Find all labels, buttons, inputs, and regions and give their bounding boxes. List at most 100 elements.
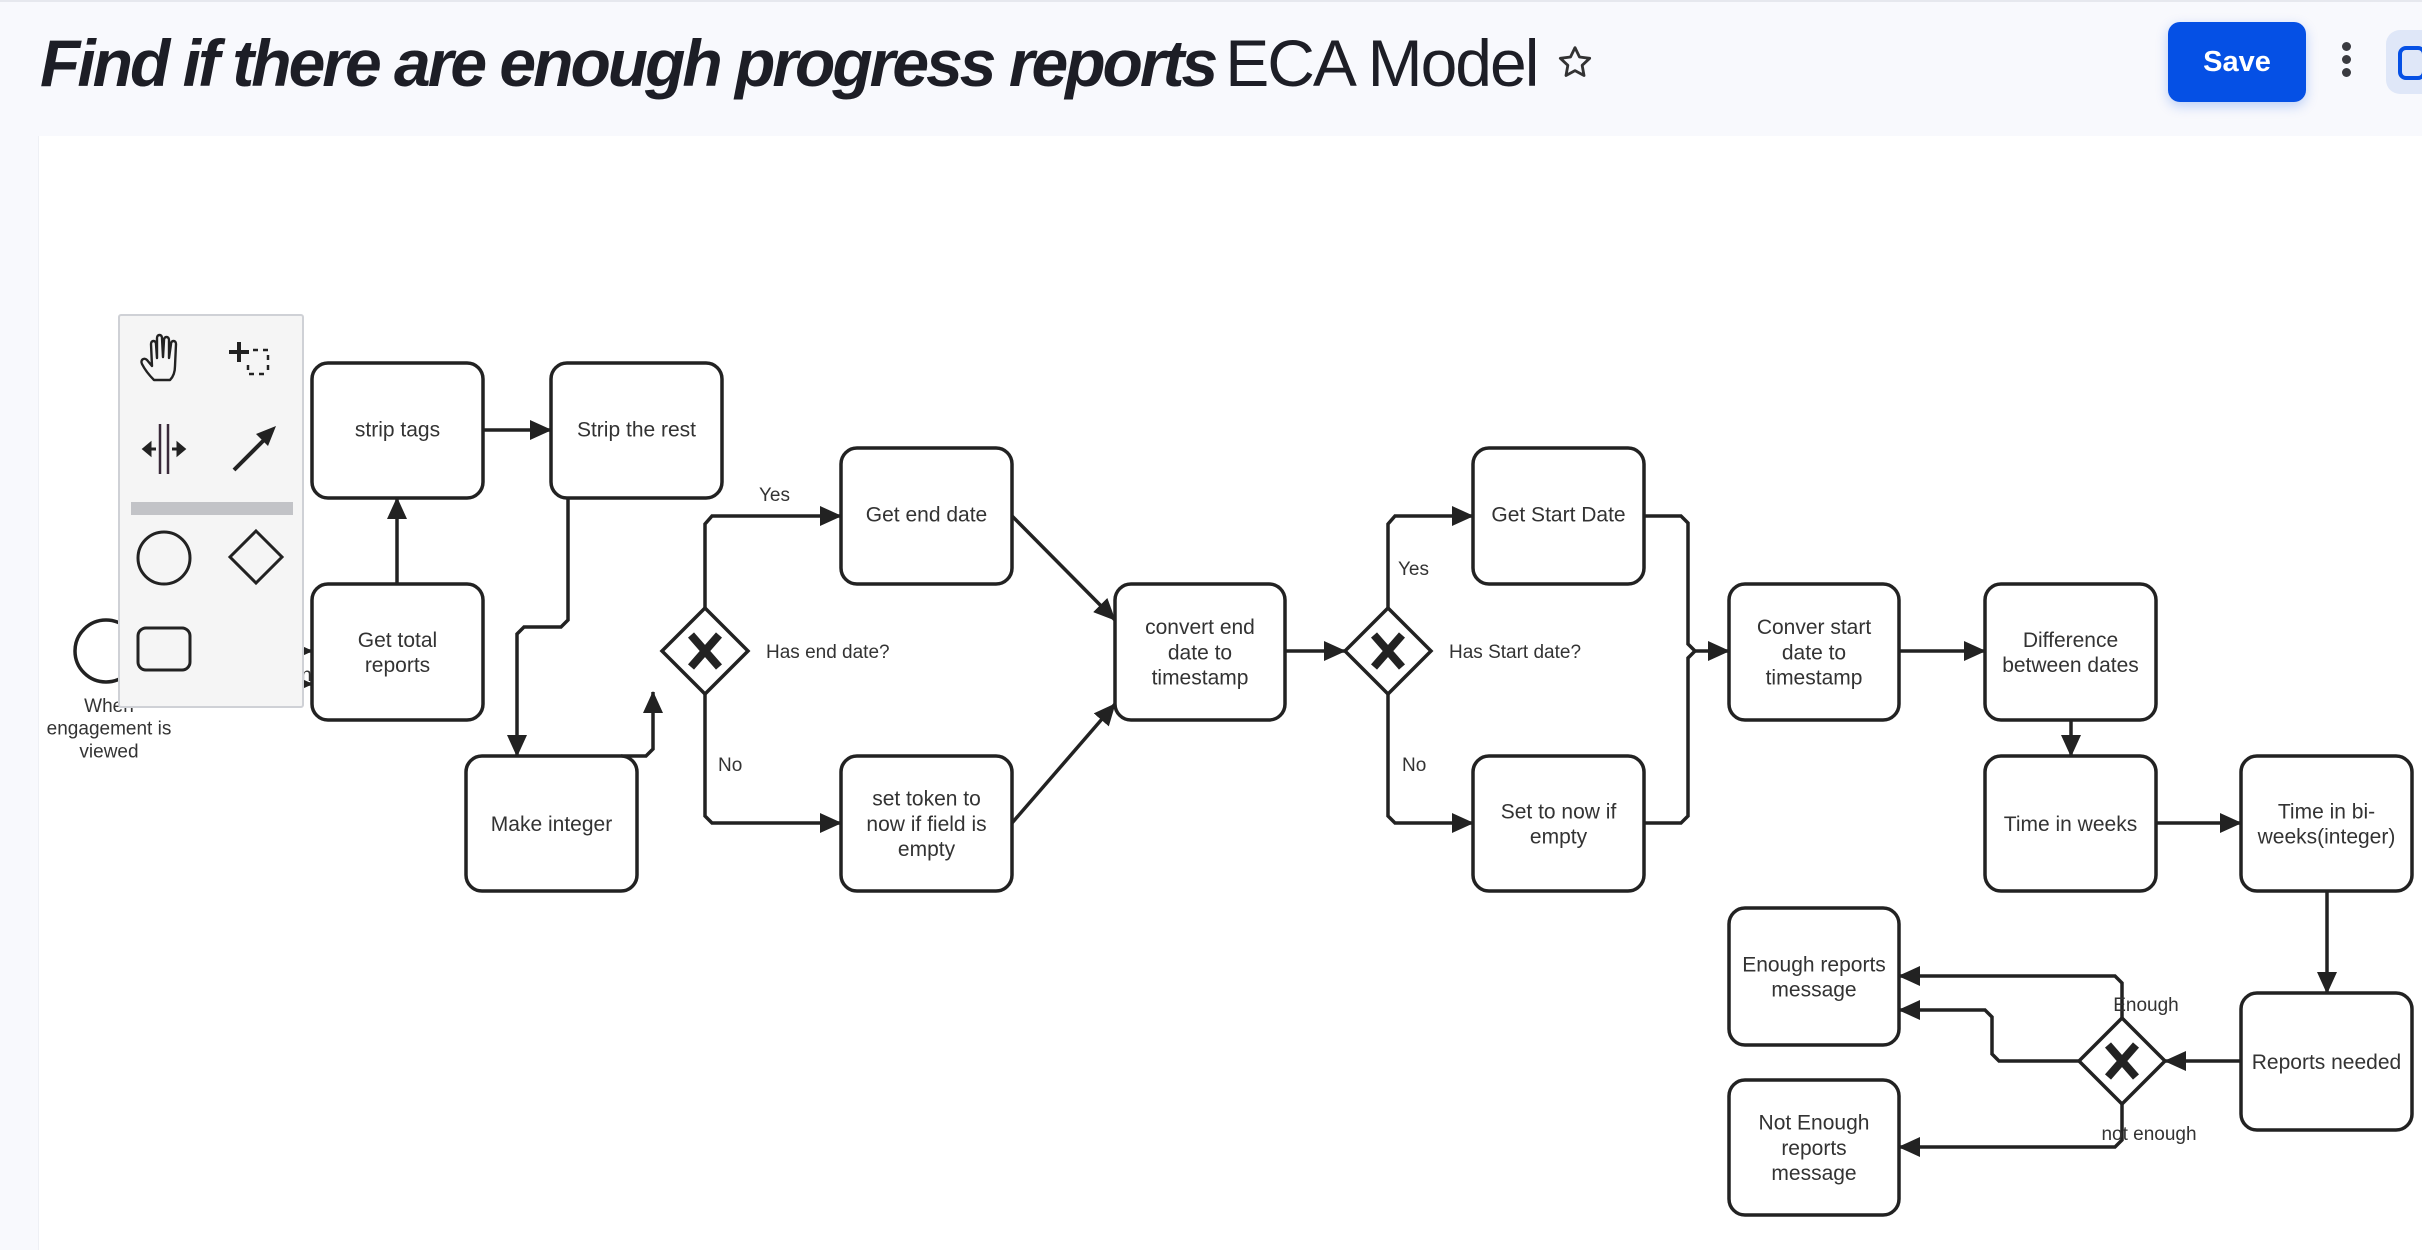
task-box[interactable] bbox=[310, 582, 485, 722]
flow-label-start-no: No bbox=[1402, 755, 1426, 776]
task-label-line: Strip the rest bbox=[577, 418, 696, 441]
kebab-menu-icon[interactable] bbox=[2334, 38, 2358, 88]
create-gateway-button[interactable] bbox=[220, 522, 290, 592]
flow-end-yes[interactable] bbox=[703, 506, 842, 608]
task-label-line: message bbox=[1771, 1162, 1856, 1185]
start-event-label-line: viewed bbox=[79, 741, 138, 762]
task-box[interactable] bbox=[1727, 906, 1901, 1047]
task-label: Reports needed bbox=[2252, 1051, 2401, 1074]
task-label: Get end date bbox=[866, 503, 987, 526]
gateway-label: Has Start date? bbox=[1449, 642, 1581, 663]
arrow-connect-icon bbox=[232, 426, 276, 472]
task-convert-end-date[interactable]: convert end date to timestamp bbox=[1113, 582, 1287, 722]
create-event-button[interactable] bbox=[130, 522, 200, 592]
task-label-line: now if field is bbox=[866, 813, 986, 836]
task-get-total-reports[interactable]: Get total reports bbox=[310, 582, 485, 722]
flow-token-to-convert[interactable] bbox=[1010, 702, 1117, 825]
task-box[interactable] bbox=[1471, 754, 1646, 893]
hand-tool-button[interactable] bbox=[130, 324, 200, 394]
flow-start-no[interactable] bbox=[1386, 694, 1474, 833]
task-set-token[interactable]: set token to now if field is empty bbox=[839, 754, 1014, 893]
task-label-line: convert end bbox=[1145, 616, 1255, 639]
side-panel-icon bbox=[2398, 46, 2422, 80]
flow-end-date-to-convert[interactable] bbox=[1010, 514, 1117, 622]
task-box[interactable] bbox=[1983, 582, 2158, 722]
flow-label-enough: Enough bbox=[2113, 995, 2179, 1016]
diamond-gateway-icon bbox=[227, 528, 285, 586]
task-label-line: set token to bbox=[872, 788, 981, 811]
page-title: Find if there are enough progress report… bbox=[40, 22, 1595, 104]
task-label-line: date to bbox=[1782, 641, 1846, 664]
task-reports-needed[interactable]: Reports needed bbox=[2239, 991, 2414, 1132]
task-label: Get Start Date bbox=[1491, 503, 1625, 526]
tool-palette bbox=[118, 314, 304, 708]
task-label-line: Difference bbox=[2023, 629, 2118, 652]
task-strip-tags[interactable]: strip tags bbox=[310, 361, 485, 500]
flow-strip-rest-to-make-integer[interactable] bbox=[507, 498, 570, 757]
circle-event-icon bbox=[136, 530, 192, 586]
task-label-line: timestamp bbox=[1152, 667, 1249, 690]
gateway-enough-check[interactable] bbox=[2076, 1015, 2168, 1107]
gateway-has-start-date[interactable]: Has Start date? bbox=[1342, 605, 1581, 697]
task-box[interactable] bbox=[2239, 754, 2414, 893]
flow-label-end-yes: Yes bbox=[759, 485, 790, 506]
task-label-line: Time in bi- bbox=[2278, 800, 2375, 823]
task-label-line: message bbox=[1771, 978, 1856, 1001]
task-label-line: between dates bbox=[2002, 654, 2139, 677]
task-label-line: Get Start Date bbox=[1491, 503, 1625, 526]
flow-label-start-yes: Yes bbox=[1398, 559, 1429, 580]
task-get-start-date[interactable]: Get Start Date bbox=[1471, 446, 1646, 586]
model-name: Find if there are enough progress report… bbox=[40, 26, 1218, 100]
task-label-line: date to bbox=[1168, 641, 1232, 664]
task-difference[interactable]: Difference between dates bbox=[1983, 582, 2158, 722]
task-label-line: Conver start bbox=[1757, 616, 1872, 639]
gateway-has-end-date[interactable]: Has end date? bbox=[659, 605, 890, 697]
task-label-line: Set to now if bbox=[1501, 800, 1617, 823]
task-enough-message[interactable]: Enough reports message bbox=[1727, 906, 1901, 1047]
task-label: Time in weeks bbox=[2004, 813, 2137, 836]
task-label-line: Get end date bbox=[866, 503, 987, 526]
task-label-line: strip tags bbox=[355, 418, 440, 441]
task-label-line: Enough reports bbox=[1742, 953, 1886, 976]
task-make-integer[interactable]: Make integer bbox=[464, 754, 639, 893]
flow-make-integer-to-gateway[interactable] bbox=[621, 691, 663, 758]
connect-tool-button[interactable] bbox=[220, 414, 290, 484]
lasso-select-icon bbox=[229, 342, 270, 376]
start-event-label-line: engagement is bbox=[47, 719, 172, 740]
task-get-end-date[interactable]: Get end date bbox=[839, 446, 1014, 586]
space-tool-button[interactable] bbox=[130, 414, 200, 484]
gateway-label: Has end date? bbox=[766, 642, 890, 663]
task-label-line: timestamp bbox=[1766, 667, 1863, 690]
diagram-svg: Get total reports strip tags Strip the rest… bbox=[47, 361, 2414, 1217]
flow-set-now-to-conver[interactable] bbox=[1644, 649, 1697, 825]
side-panel-toggle-button[interactable] bbox=[2386, 30, 2422, 94]
task-label-line: Reports needed bbox=[2252, 1051, 2401, 1074]
star-outline-icon[interactable] bbox=[1555, 43, 1595, 83]
flow-label-not-enough: not enough bbox=[2101, 1124, 2196, 1145]
flow-label-end-no: No bbox=[718, 755, 742, 776]
task-label-line: empty bbox=[1530, 825, 1588, 848]
flow-start-date-to-conver[interactable] bbox=[1644, 514, 1730, 661]
model-type: ECA Model bbox=[1225, 26, 1539, 100]
save-button[interactable]: Save bbox=[2168, 22, 2306, 102]
task-label: strip tags bbox=[355, 418, 440, 441]
flow-enough-2[interactable] bbox=[1898, 1000, 2079, 1063]
bpmn-canvas[interactable]: Get total reports strip tags Strip the rest… bbox=[38, 136, 2422, 1250]
task-not-enough-message[interactable]: Not Enough reports message bbox=[1727, 1078, 1901, 1217]
task-conver-start-date[interactable]: Conver start date to timestamp bbox=[1727, 582, 1901, 722]
task-label-line: Get total bbox=[358, 629, 437, 652]
task-label-line: reports bbox=[365, 654, 430, 677]
task-label: Make integer bbox=[491, 813, 612, 836]
task-label: Strip the rest bbox=[577, 418, 696, 441]
flow-not-enough[interactable] bbox=[1898, 1104, 2124, 1157]
task-set-to-now[interactable]: Set to now if empty bbox=[1471, 754, 1646, 893]
create-task-button[interactable] bbox=[130, 612, 200, 682]
task-time-in-biweeks[interactable]: Time in bi-weeks(integer) bbox=[2239, 754, 2414, 893]
lasso-tool-button[interactable] bbox=[220, 324, 290, 394]
task-strip-the-rest[interactable]: Strip the rest bbox=[549, 361, 724, 500]
task-label-line: empty bbox=[898, 838, 956, 861]
task-time-in-weeks[interactable]: Time in weeks bbox=[1983, 754, 2158, 893]
task-label-line: Time in weeks bbox=[2004, 813, 2137, 836]
task-label-line: Make integer bbox=[491, 813, 612, 836]
palette-separator bbox=[131, 502, 293, 515]
